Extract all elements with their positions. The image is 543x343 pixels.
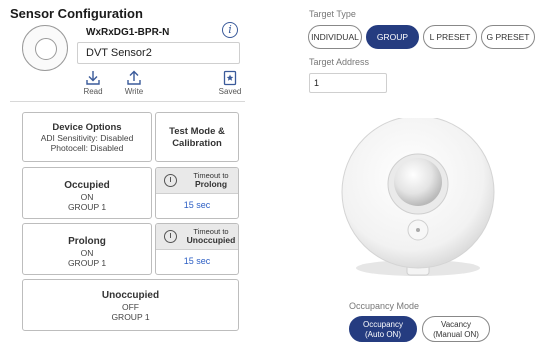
sensor-model: WxRxDG1-BPR-N [86, 27, 170, 38]
saved-button[interactable]: Saved [212, 70, 248, 96]
timeout-to-prolong-value[interactable]: 15 sec [156, 194, 238, 210]
occupied-state: ON [80, 192, 94, 202]
timeout-to-prolong-line2: Prolong [194, 179, 228, 189]
target-type-l-preset[interactable]: L PRESET [423, 25, 477, 49]
upload-icon [127, 70, 141, 85]
occupancy-mode-label: Occupancy Mode [349, 301, 420, 311]
divider [10, 101, 245, 102]
write-button[interactable]: Write [116, 70, 152, 96]
timer-icon [164, 230, 177, 243]
read-label: Read [83, 87, 103, 96]
prolong-group: GROUP 1 [67, 258, 107, 268]
target-address-label: Target Address [309, 57, 370, 67]
vacancy-manual-on-button[interactable]: Vacancy (Manual ON) [422, 316, 490, 342]
write-label: Write [124, 87, 144, 96]
device-options-card[interactable]: Device Options ADI Sensitivity: Disabled… [22, 112, 152, 162]
unoccupied-state: OFF [122, 302, 139, 312]
sensor-device-image [341, 118, 495, 276]
unoccupied-group: GROUP 1 [111, 312, 150, 322]
test-mode-line1: Test Mode & [169, 126, 225, 137]
download-icon [86, 71, 100, 85]
info-icon[interactable]: i [222, 22, 238, 38]
read-button[interactable]: Read [75, 70, 111, 96]
target-type-group[interactable]: GROUP [366, 25, 419, 49]
occupied-group: GROUP 1 [67, 202, 107, 212]
test-mode-line2: Calibration [172, 138, 222, 149]
photocell-text: Photocell: Disabled [50, 143, 124, 153]
timeout-to-prolong-card[interactable]: Timeout to Prolong 15 sec [155, 167, 239, 219]
bookmark-star-icon [223, 70, 237, 86]
target-type-g-preset[interactable]: G PRESET [481, 25, 535, 49]
prolong-header: Prolong [68, 236, 106, 247]
timeout-to-prolong-header: Timeout to Prolong [156, 168, 238, 194]
timeout-to-unoccupied-header: Timeout to Unoccupied [156, 224, 238, 250]
saved-label: Saved [218, 87, 242, 96]
timeout-to-unoccupied-card[interactable]: Timeout to Unoccupied 15 sec [155, 223, 239, 275]
timeout-to-unoccupied-line2: Unoccupied [186, 235, 236, 245]
page-title: Sensor Configuration [10, 6, 143, 21]
occupancy-auto-on-button[interactable]: Occupancy (Auto ON) [349, 316, 417, 342]
vacancy-mode-line1: Vacancy [440, 320, 472, 329]
occupancy-mode-line2: (Auto ON) [364, 330, 401, 339]
prolong-card[interactable]: Prolong ON GROUP 1 [22, 223, 152, 275]
test-mode-calibration-card[interactable]: Test Mode & Calibration [155, 112, 239, 162]
occupied-card[interactable]: Occupied ON GROUP 1 [22, 167, 152, 219]
device-options-header: Device Options [52, 122, 122, 133]
target-type-label: Target Type [309, 9, 356, 19]
timer-icon [164, 174, 177, 187]
timeout-to-unoccupied-value[interactable]: 15 sec [156, 250, 238, 266]
occupied-header: Occupied [64, 180, 110, 191]
sensor-thumbnail [22, 25, 68, 71]
occupancy-mode-line1: Occupancy [362, 320, 404, 329]
target-type-individual[interactable]: INDIVIDUAL [308, 25, 362, 49]
target-address-field[interactable]: 1 [309, 73, 387, 93]
unoccupied-header: Unoccupied [101, 290, 160, 301]
sensor-name-field[interactable]: DVT Sensor2 [77, 42, 240, 64]
prolong-state: ON [80, 248, 94, 258]
unoccupied-card[interactable]: Unoccupied OFF GROUP 1 [22, 279, 239, 331]
adi-sensitivity-text: ADI Sensitivity: Disabled [40, 133, 134, 143]
vacancy-mode-line2: (Manual ON) [433, 330, 479, 339]
